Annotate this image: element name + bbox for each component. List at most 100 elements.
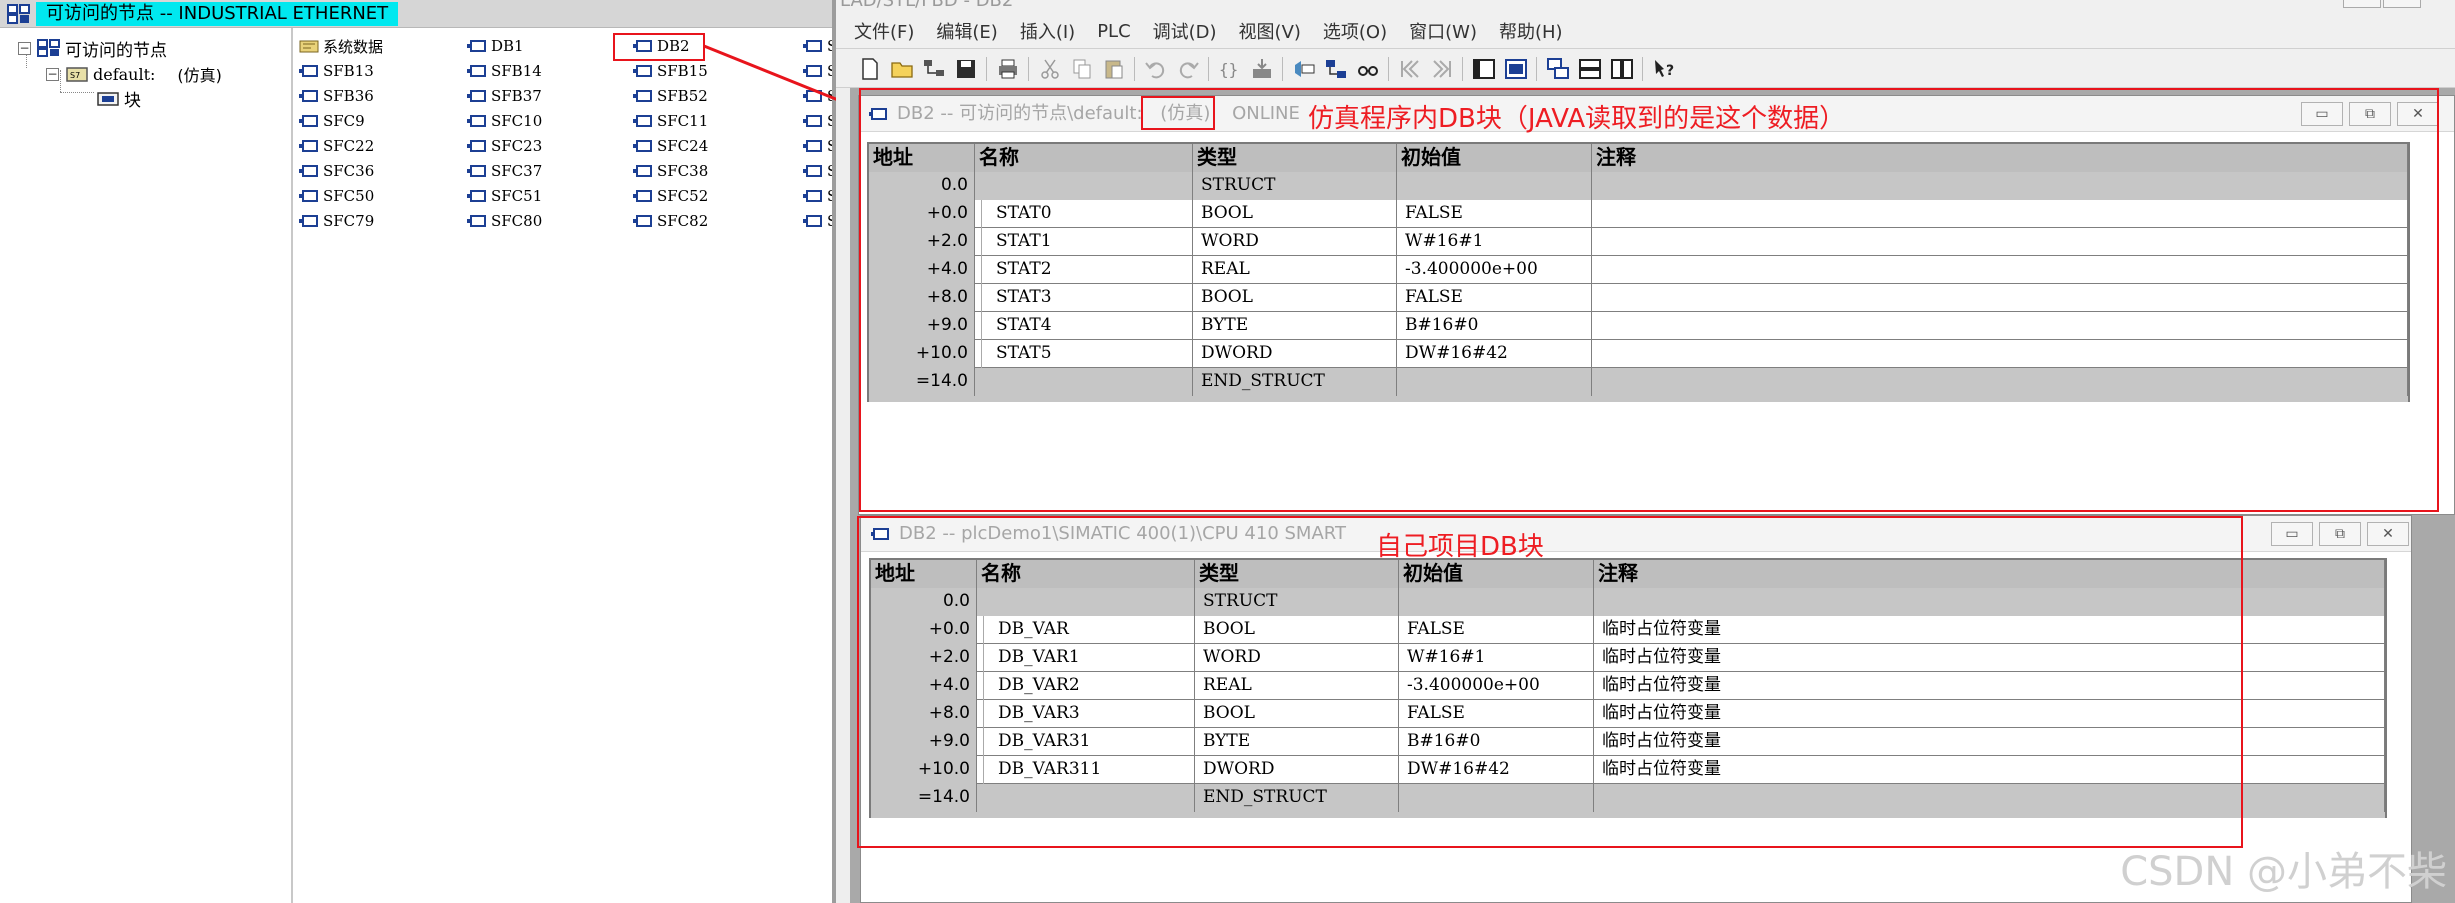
cell-comment[interactable]: 临时占位符变量 — [1594, 728, 2385, 756]
block-item[interactable]: SFC10 — [467, 109, 542, 133]
cell-init[interactable]: DW#16#42 — [1397, 340, 1592, 368]
print-icon[interactable] — [996, 57, 1020, 81]
db2-project-table[interactable]: 地址 名称 类型 初始值 注释 0.0 STRUCT +0.0 DB_VAR BOOL FALSE 临… — [869, 558, 2387, 818]
cell-init[interactable]: FALSE — [1399, 616, 1594, 644]
block-item[interactable]: SFC50 — [299, 184, 374, 208]
cell-comment[interactable] — [1594, 784, 2385, 812]
cell-comment[interactable] — [1592, 200, 2408, 228]
table-row[interactable]: +2.0 DB_VAR1 WORD W#16#1 临时占位符变量 — [871, 644, 2385, 672]
block-item[interactable]: SFC11 — [633, 109, 708, 133]
block-item[interactable]: SFB37 — [467, 84, 542, 108]
column-header[interactable]: 类型 — [1195, 560, 1399, 588]
block-item[interactable]: SFC79 — [299, 209, 374, 233]
block-item[interactable]: DB2 — [633, 34, 690, 58]
cell-comment[interactable] — [1592, 228, 2408, 256]
collapse-icon[interactable]: − — [46, 67, 59, 81]
menu-insert[interactable]: 插入(I) — [1020, 18, 1075, 44]
download-icon[interactable] — [1250, 57, 1274, 81]
table-row[interactable]: =14.0 END_STRUCT — [869, 368, 2408, 396]
block-item[interactable]: SFC80 — [467, 209, 542, 233]
cell-init[interactable] — [1397, 368, 1592, 396]
block-item[interactable]: SFB14 — [467, 59, 542, 83]
cell-init[interactable]: -3.400000e+00 — [1399, 672, 1594, 700]
block-item[interactable]: 系统数据 — [299, 34, 383, 58]
cell-type[interactable]: STRUCT — [1195, 588, 1399, 616]
menu-view[interactable]: 视图(V) — [1239, 18, 1301, 44]
undo-icon[interactable] — [1144, 57, 1168, 81]
cell-name[interactable] — [977, 588, 1195, 616]
cascade-icon[interactable] — [1546, 57, 1570, 81]
table-row[interactable]: +9.0 DB_VAR31 BYTE B#16#0 临时占位符变量 — [871, 728, 2385, 756]
cell-name[interactable]: DB_VAR311 — [983, 756, 1195, 784]
cell-name[interactable]: STAT0 — [981, 200, 1193, 228]
cell-init[interactable] — [1399, 588, 1594, 616]
new-file-icon[interactable] — [858, 57, 882, 81]
table-row[interactable]: 0.0 STRUCT — [871, 588, 2385, 616]
open-folder-icon[interactable] — [890, 57, 914, 81]
cell-comment[interactable]: 临时占位符变量 — [1594, 672, 2385, 700]
cell-init[interactable] — [1397, 172, 1592, 200]
copy-icon[interactable] — [1070, 57, 1094, 81]
block-item[interactable]: DB1 — [467, 34, 524, 58]
cell-type[interactable]: DWORD — [1193, 340, 1397, 368]
cell-type[interactable]: DWORD — [1195, 756, 1399, 784]
table-row[interactable]: +0.0 DB_VAR BOOL FALSE 临时占位符变量 — [871, 616, 2385, 644]
block-item[interactable]: SFC22 — [299, 134, 374, 158]
table-row[interactable]: +2.0 STAT1 WORD W#16#1 — [869, 228, 2408, 256]
cell-comment[interactable]: 临时占位符变量 — [1594, 756, 2385, 784]
cell-comment[interactable] — [1592, 172, 2408, 200]
cell-comment[interactable]: 临时占位符变量 — [1594, 700, 2385, 728]
column-header[interactable]: 类型 — [1193, 144, 1397, 172]
table-row[interactable]: +9.0 STAT4 BYTE B#16#0 — [869, 312, 2408, 340]
cell-comment[interactable]: 临时占位符变量 — [1594, 616, 2385, 644]
cell-name[interactable] — [977, 784, 1195, 812]
cell-type[interactable]: STRUCT — [1193, 172, 1397, 200]
cell-type[interactable]: WORD — [1195, 644, 1399, 672]
menu-edit[interactable]: 编辑(E) — [936, 18, 997, 44]
cell-type[interactable]: BOOL — [1193, 200, 1397, 228]
column-header[interactable]: 地址 — [871, 560, 977, 588]
block-item[interactable]: SFC37 — [467, 159, 542, 183]
cell-type[interactable]: END_STRUCT — [1195, 784, 1399, 812]
cell-comment[interactable]: 临时占位符变量 — [1594, 644, 2385, 672]
cell-name[interactable]: DB_VAR — [983, 616, 1195, 644]
first-network-icon[interactable] — [1398, 57, 1422, 81]
monitor-icon[interactable] — [1292, 57, 1316, 81]
db2-online-window[interactable]: DB2 -- 可访问的节点\default: (仿真) ONLINE ▭ ⧉ ✕… — [858, 95, 2455, 515]
cell-name[interactable]: DB_VAR1 — [983, 644, 1195, 672]
restore-button[interactable]: ⧉ — [2319, 522, 2361, 546]
cell-comment[interactable] — [1592, 284, 2408, 312]
cell-name[interactable]: STAT5 — [981, 340, 1193, 368]
cell-name[interactable] — [975, 172, 1193, 200]
table-row[interactable]: +0.0 STAT0 BOOL FALSE — [869, 200, 2408, 228]
cell-type[interactable]: BOOL — [1195, 616, 1399, 644]
block-item[interactable]: SFB15 — [633, 59, 708, 83]
menu-plc[interactable]: PLC — [1097, 21, 1130, 42]
column-header[interactable]: 初始值 — [1397, 144, 1592, 172]
cell-name[interactable]: DB_VAR3 — [983, 700, 1195, 728]
network-icon[interactable] — [1324, 57, 1348, 81]
close-button[interactable]: ✕ — [2367, 522, 2409, 546]
cut-icon[interactable] — [1038, 57, 1062, 81]
cell-type[interactable]: BOOL — [1193, 284, 1397, 312]
block-item[interactable]: SFC51 — [467, 184, 542, 208]
menu-window[interactable]: 窗口(W) — [1409, 18, 1477, 44]
block-item[interactable]: SFC82 — [633, 209, 708, 233]
collapse-icon[interactable]: − — [18, 41, 31, 55]
cell-init[interactable]: W#16#1 — [1399, 644, 1594, 672]
block-item[interactable]: SFC9 — [299, 109, 365, 133]
cell-name[interactable]: STAT4 — [981, 312, 1193, 340]
cell-type[interactable]: REAL — [1193, 256, 1397, 284]
glasses-icon[interactable] — [1356, 57, 1380, 81]
column-header[interactable]: 地址 — [869, 144, 975, 172]
block-item[interactable]: SFB52 — [633, 84, 708, 108]
cell-init[interactable] — [1399, 784, 1594, 812]
db2-project-title-bar[interactable]: DB2 -- plcDemo1\SIMATIC 400(1)\CPU 410 S… — [861, 516, 2411, 552]
db2-online-table[interactable]: 地址 名称 类型 初始值 注释 0.0 STRUCT +0.0 STAT0 BOOL FALSE +2… — [867, 142, 2410, 402]
block-item[interactable]: SFC52 — [633, 184, 708, 208]
cell-name[interactable]: DB_VAR31 — [983, 728, 1195, 756]
column-header[interactable]: 名称 — [977, 560, 1195, 588]
table-row[interactable]: +4.0 STAT2 REAL -3.400000e+00 — [869, 256, 2408, 284]
block-item[interactable]: SFC38 — [633, 159, 708, 183]
minimize-button[interactable]: ▭ — [2301, 102, 2343, 126]
